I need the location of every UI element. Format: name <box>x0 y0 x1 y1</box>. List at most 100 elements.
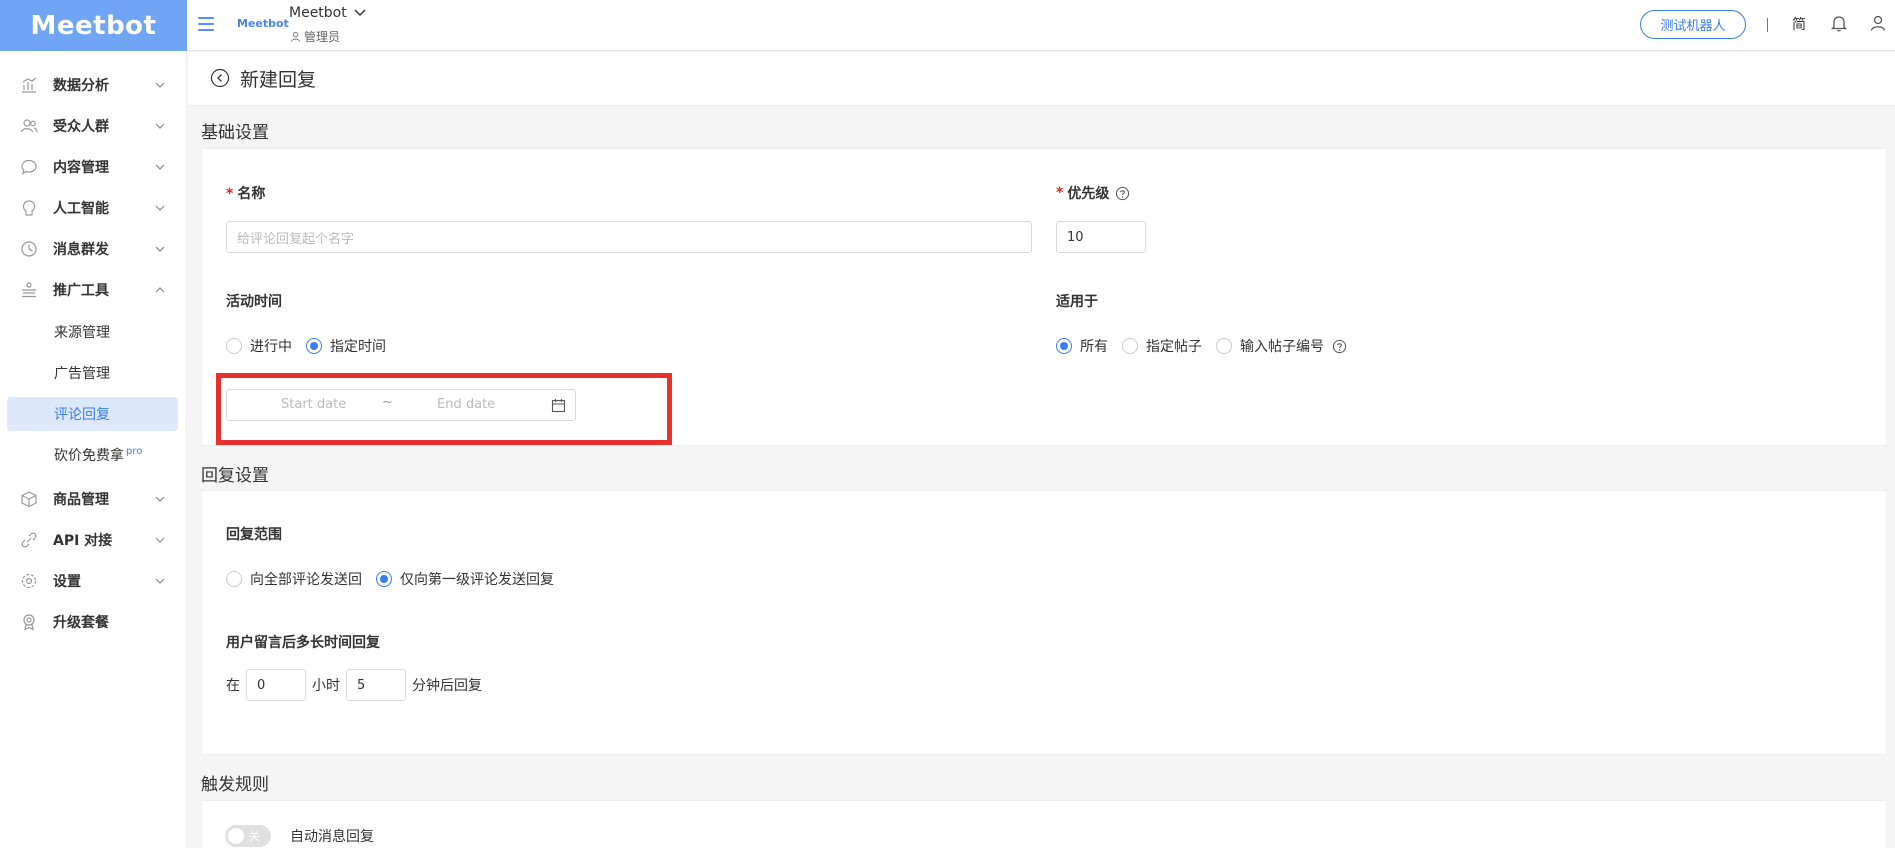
end-date-input[interactable]: End date <box>437 397 495 412</box>
account-role: 管理员 <box>290 28 340 45</box>
radio-all-comments-label: 向全部评论发送回 <box>250 572 362 588</box>
name-input[interactable]: 给评论回复起个名字 <box>226 221 1032 253</box>
radio-all-label: 所有 <box>1080 339 1108 355</box>
radio-post-id-label: 输入帖子编号 <box>1240 339 1324 355</box>
required-mark: * <box>226 186 234 202</box>
name-label: * 名称 <box>226 183 265 203</box>
sidebar-item-settings[interactable]: 设置 <box>0 563 187 599</box>
sidebar-item-upgrade[interactable]: 升级套餐 <box>0 604 187 640</box>
chevron-down-icon[interactable] <box>352 2 368 22</box>
sidebar-subitem-comment-reply[interactable]: 评论回复 <box>7 397 178 431</box>
name-label-text: 名称 <box>237 186 266 202</box>
delay-prefix: 在 <box>226 678 240 694</box>
chat-icon <box>21 159 37 175</box>
reply-scope-radios: 向全部评论发送回 仅向第一级评论发送回复 <box>226 569 568 589</box>
account-name[interactable]: Meetbot <box>289 5 347 21</box>
api-icon <box>21 532 37 548</box>
radio-first-level[interactable]: 仅向第一级评论发送回复 <box>376 569 554 589</box>
box-icon <box>21 491 37 508</box>
chevron-down-icon <box>155 82 165 88</box>
role-label: 管理员 <box>304 30 341 44</box>
bargain-label: 砍价免费拿 <box>54 448 124 464</box>
help-icon[interactable] <box>1332 339 1347 354</box>
sidebar-item-promotion[interactable]: 推广工具 <box>0 272 187 308</box>
hours-unit: 小时 <box>312 678 340 694</box>
radio-post-id-circle <box>1216 338 1232 354</box>
sidebar-item-broadcast[interactable]: 消息群发 <box>0 231 187 267</box>
priority-label-text: 优先级 <box>1067 186 1110 202</box>
radio-specified-post[interactable]: 指定帖子 <box>1122 336 1202 356</box>
date-range-picker[interactable]: Start date ~ End date <box>226 389 576 421</box>
reply-delay-label: 用户留言后多长时间回复 <box>226 635 380 651</box>
clock-icon <box>21 241 37 257</box>
sidebar-item-content[interactable]: 内容管理 <box>0 149 187 185</box>
radio-specified-post-label: 指定帖子 <box>1146 339 1202 355</box>
reply-scope-label: 回复范围 <box>226 527 282 543</box>
reply-delay-row: 在 0 小时 5 分钟后回复 <box>226 669 482 701</box>
chevron-down-icon <box>155 164 165 170</box>
radio-specified-time-label: 指定时间 <box>330 339 386 355</box>
app-logo[interactable]: Meetbot <box>0 0 187 51</box>
sidebar-subitem-label: 砍价免费拿 pro <box>54 445 142 465</box>
basic-settings-title: 基础设置 <box>201 123 269 143</box>
sidebar-item-label: 升级套餐 <box>53 615 109 631</box>
minutes-suffix: 分钟后回复 <box>412 678 482 694</box>
top-header: Meetbot Meetbot Meetbot 管理员 测试机器人 简 <box>0 0 1895 51</box>
back-arrow-icon[interactable] <box>210 68 230 88</box>
menu-toggle-icon[interactable] <box>198 14 218 34</box>
apply-to-radios: 所有 指定帖子 输入帖子编号 <box>1056 336 1347 356</box>
sidebar-item-label: 消息群发 <box>53 242 109 258</box>
sidebar: 数据分析 受众人群 内容管理 人工智能 消息群发 推广工具 来源管理 广告管理 … <box>0 51 187 848</box>
toggle-knob <box>228 828 244 844</box>
help-icon[interactable] <box>1115 186 1130 201</box>
radio-specified-time[interactable]: 指定时间 <box>306 336 386 356</box>
sidebar-item-ai[interactable]: 人工智能 <box>0 190 187 226</box>
hours-input[interactable]: 0 <box>246 669 306 701</box>
trigger-rules-title: 触发规则 <box>201 775 269 795</box>
sidebar-item-products[interactable]: 商品管理 <box>0 481 187 517</box>
chart-icon <box>22 77 37 93</box>
pro-badge: pro <box>126 446 143 458</box>
header-divider <box>1767 18 1768 32</box>
sidebar-subitem-label: 广告管理 <box>54 366 110 382</box>
sidebar-item-analytics[interactable]: 数据分析 <box>0 67 187 103</box>
radio-all[interactable]: 所有 <box>1056 336 1108 356</box>
language-switch[interactable]: 简 <box>1792 14 1806 34</box>
priority-input[interactable]: 10 <box>1056 221 1146 253</box>
radio-specified-post-circle <box>1122 338 1138 354</box>
calendar-icon[interactable] <box>551 398 566 413</box>
sidebar-item-label: 受众人群 <box>53 119 109 135</box>
sidebar-item-label: 人工智能 <box>53 201 109 217</box>
auto-reply-toggle[interactable]: 关 <box>225 825 271 847</box>
ai-icon <box>22 200 36 216</box>
minutes-input[interactable]: 5 <box>346 669 406 701</box>
sidebar-item-label: 设置 <box>53 574 81 590</box>
promote-icon <box>22 282 36 298</box>
page-title: 新建回复 <box>240 69 317 91</box>
trigger-rules-card <box>201 800 1887 848</box>
users-icon <box>20 119 38 133</box>
priority-label: * 优先级 <box>1056 183 1130 203</box>
user-profile-icon[interactable] <box>1869 14 1887 32</box>
bell-icon[interactable] <box>1830 14 1848 32</box>
sidebar-subitem-bargain[interactable]: 砍价免费拿 pro <box>7 438 178 472</box>
toggle-state-text: 关 <box>249 830 260 843</box>
radio-all-comments[interactable]: 向全部评论发送回 <box>226 569 362 589</box>
radio-ongoing-label: 进行中 <box>250 339 292 355</box>
radio-post-id[interactable]: 输入帖子编号 <box>1216 336 1324 356</box>
page-header: 新建回复 <box>188 52 1895 106</box>
test-bot-button[interactable]: 测试机器人 <box>1640 10 1746 39</box>
chevron-down-icon <box>155 496 165 502</box>
sidebar-item-label: 推广工具 <box>53 283 109 299</box>
sidebar-subitem-label: 来源管理 <box>54 325 110 341</box>
reply-settings-title: 回复设置 <box>201 466 269 486</box>
sidebar-subitem-ads[interactable]: 广告管理 <box>7 356 178 390</box>
activity-time-label: 活动时间 <box>226 294 282 310</box>
radio-ongoing[interactable]: 进行中 <box>226 336 292 356</box>
start-date-input[interactable]: Start date <box>281 397 346 412</box>
radio-specified-time-circle <box>306 338 322 354</box>
sidebar-item-audience[interactable]: 受众人群 <box>0 108 187 144</box>
sidebar-item-api[interactable]: API 对接 <box>0 522 187 558</box>
sidebar-item-label: 商品管理 <box>53 492 109 508</box>
sidebar-subitem-source[interactable]: 来源管理 <box>7 315 178 349</box>
